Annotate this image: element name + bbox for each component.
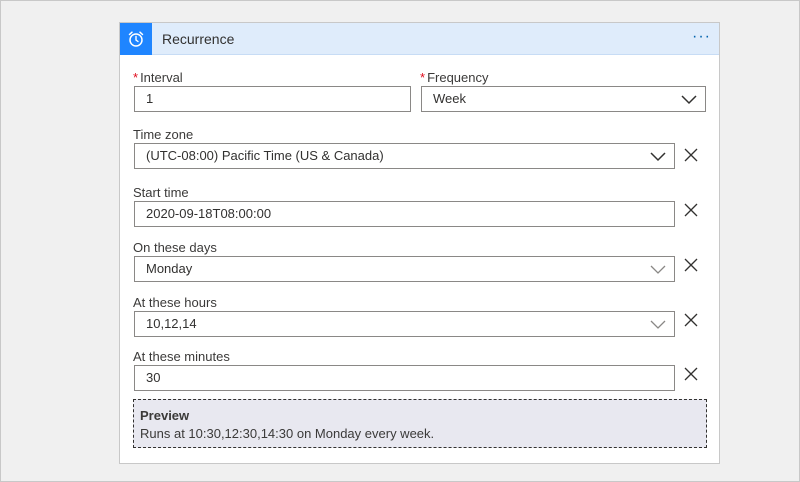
preview-panel: Preview Runs at 10:30,12:30,14:30 on Mon…	[133, 399, 707, 448]
chevron-down-icon	[650, 265, 666, 274]
required-marker: *	[133, 70, 139, 85]
remove-start-time-icon[interactable]	[683, 202, 699, 218]
frequency-label: * Frequency	[420, 70, 488, 86]
on-these-days-dropdown[interactable]: Monday	[134, 256, 675, 282]
interval-value: 1	[146, 91, 154, 106]
at-these-minutes-label: At these minutes	[133, 349, 230, 364]
frequency-value: Week	[433, 91, 466, 106]
remove-on-these-days-icon[interactable]	[683, 257, 699, 273]
start-time-value: 2020-09-18T08:00:00	[146, 206, 272, 221]
preview-title: Preview	[140, 408, 190, 423]
alarm-clock-icon	[120, 23, 152, 55]
at-these-hours-label: At these hours	[133, 295, 217, 310]
card-title: Recurrence	[162, 31, 235, 47]
on-these-days-value: Monday	[146, 261, 193, 276]
interval-input[interactable]: 1	[134, 86, 411, 112]
remove-at-these-minutes-icon[interactable]	[683, 366, 699, 382]
chevron-down-icon	[681, 95, 697, 105]
interval-label: * Interval	[133, 70, 183, 86]
remove-at-these-hours-icon[interactable]	[683, 312, 699, 328]
time-zone-dropdown[interactable]: (UTC-08:00) Pacific Time (US & Canada)	[134, 143, 675, 169]
frequency-dropdown[interactable]: Week	[421, 86, 706, 112]
time-zone-label: Time zone	[133, 127, 194, 142]
chevron-down-icon	[650, 152, 666, 162]
card-header[interactable]: Recurrence ···	[120, 23, 719, 55]
at-these-hours-value: 10,12,14	[146, 316, 197, 331]
more-options-button[interactable]: ···	[692, 23, 711, 51]
chevron-down-icon	[650, 320, 666, 329]
start-time-label: Start time	[133, 185, 189, 200]
start-time-input[interactable]: 2020-09-18T08:00:00	[134, 201, 675, 227]
on-these-days-label: On these days	[133, 240, 217, 255]
frequency-label-text: Frequency	[427, 70, 489, 85]
preview-text: Runs at 10:30,12:30,14:30 on Monday ever…	[140, 426, 435, 441]
at-these-minutes-input[interactable]: 30	[134, 365, 675, 391]
required-marker: *	[420, 70, 426, 85]
recurrence-card: Recurrence ··· * Interval 1 * Frequency We…	[119, 22, 720, 464]
at-these-hours-dropdown[interactable]: 10,12,14	[134, 311, 675, 337]
interval-label-text: Interval	[140, 70, 183, 85]
at-these-minutes-value: 30	[146, 370, 161, 385]
remove-time-zone-icon[interactable]	[683, 147, 699, 163]
time-zone-value: (UTC-08:00) Pacific Time (US & Canada)	[146, 148, 384, 163]
